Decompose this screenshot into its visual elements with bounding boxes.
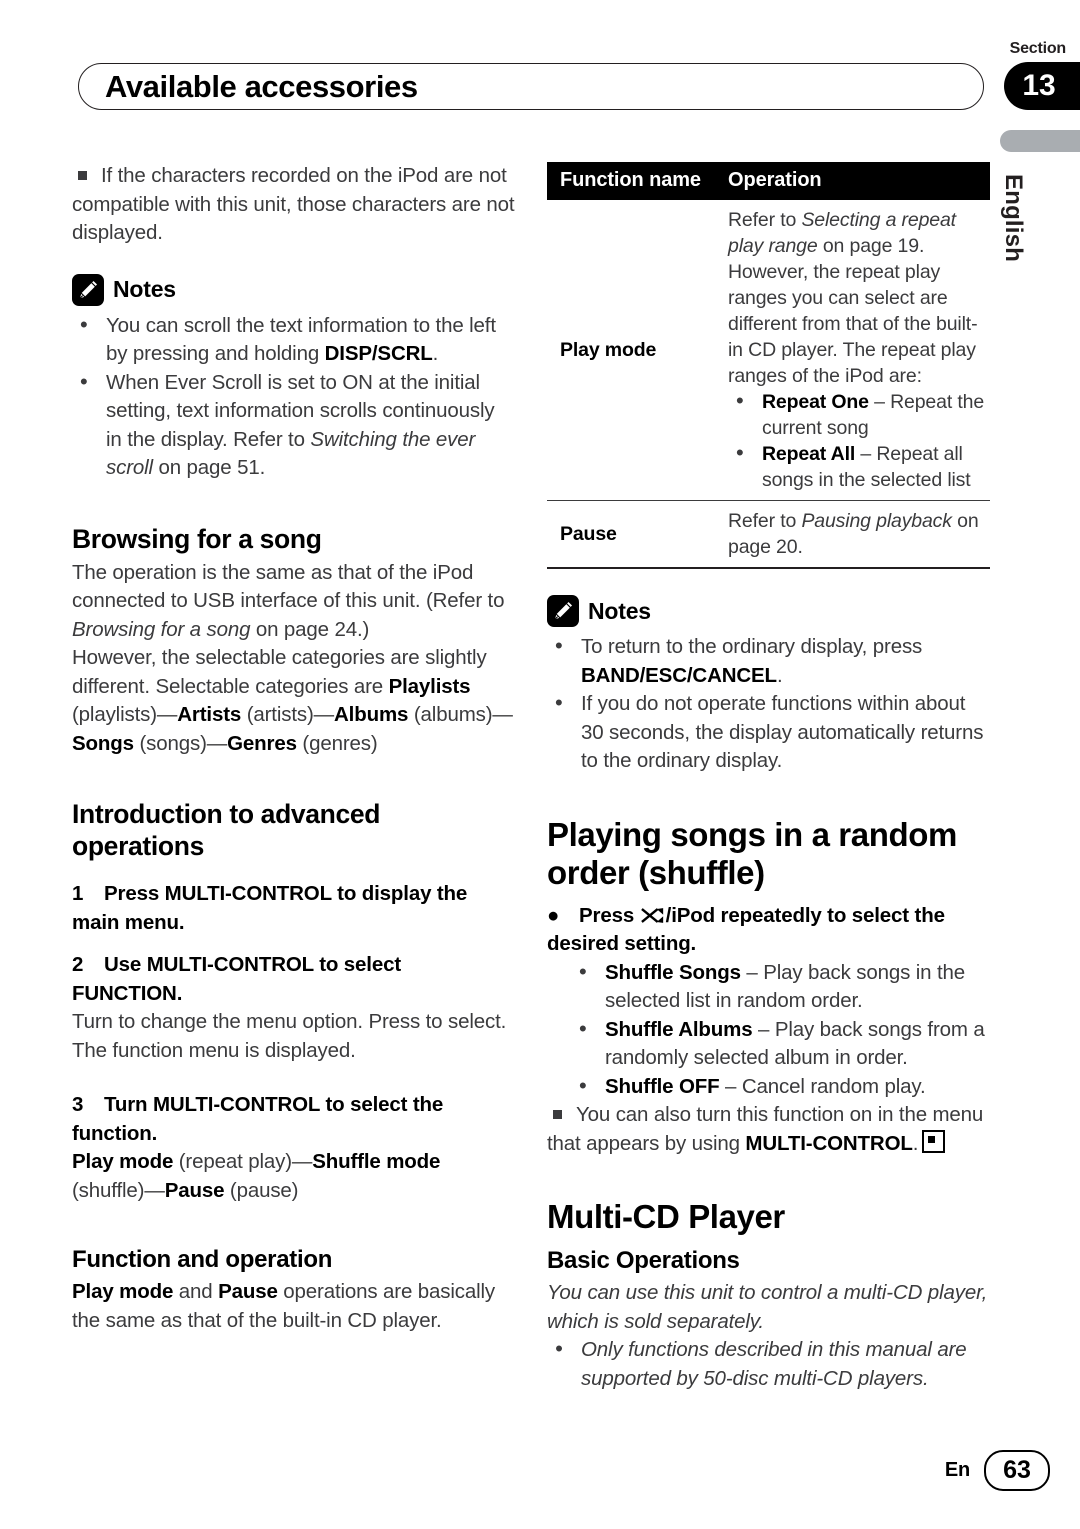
shuffle-icon (640, 907, 663, 923)
pencil-glyph (553, 600, 574, 621)
list-item: You can scroll the text information to t… (72, 311, 515, 369)
language-tab-bar (1000, 130, 1080, 152)
shuffle-instruction: ● Press /iPod repeatedly to select the de… (547, 903, 945, 956)
heading-multi-cd-player: Multi-CD Player (547, 1198, 785, 1235)
table-cell-function-name: Play mode (547, 200, 720, 501)
list-item: When Ever Scroll is set to ON at the ini… (72, 368, 515, 483)
page-title: Available accessories (105, 68, 418, 104)
step-2-body-2: The function menu is displayed. (72, 1038, 356, 1062)
list-item: Shuffle Albums – Play back songs from a … (547, 1015, 990, 1073)
multicd-bullets: Only functions described in this manual … (547, 1335, 990, 1393)
shuffle-options-list: Shuffle Songs – Play back songs in the s… (547, 958, 990, 1102)
multicd-intro: You can use this unit to control a multi… (547, 1281, 988, 1333)
table-header-row: Function name Operation (547, 162, 990, 200)
operation-text-extra: However, the repeat play ranges you can … (728, 261, 978, 387)
page-title-pill: Available accessories (78, 63, 984, 110)
table-cell-function-name: Pause (547, 500, 720, 569)
left-column: If the characters recorded on the iPod a… (72, 162, 515, 1335)
language-tab: English (1000, 160, 1072, 290)
step-3: 3 Turn MULTI-CONTROL to select the functi… (72, 1093, 444, 1145)
table-cell-operation: Refer to Selecting a repeat play range o… (720, 200, 990, 501)
list-item: Shuffle Songs – Play back songs in the s… (547, 958, 990, 1016)
heading-function-and-operation: Function and operation (72, 1246, 333, 1273)
heading-browsing-for-a-song: Browsing for a song (72, 523, 322, 554)
notes-label-left: Notes (113, 276, 176, 302)
pencil-glyph (78, 278, 99, 300)
table-row: Play mode Refer to Selecting a repeat pl… (547, 200, 990, 501)
step-2: 2 Use MULTI-CONTROL to select FUNCTION. (72, 953, 402, 1005)
intro-note: If the characters recorded on the iPod a… (72, 164, 515, 244)
column-header-operation: Operation (720, 162, 990, 200)
step-3-modes: Play mode (repeat play)—Shuffle mode (sh… (72, 1150, 441, 1202)
square-bullet-icon (553, 1110, 562, 1120)
notes-list-right: To return to the ordinary display, press… (547, 632, 990, 776)
pencil-icon (72, 273, 104, 306)
step-2-body-1: Turn to change the menu option. Press to… (72, 1010, 507, 1033)
browsing-paragraph-1: The operation is the same as that of the… (72, 560, 505, 641)
page-header: Section 13 Available accessories (0, 0, 1080, 120)
pencil-icon (547, 595, 579, 627)
list-item: Only functions described in this manual … (547, 1335, 990, 1393)
list-item: Repeat All – Repeat all songs in the sel… (728, 440, 986, 493)
function-table: Function name Operation Play mode Refer … (547, 162, 990, 569)
heading-introduction-to-advanced-operations: Introduction to advanced operations (72, 799, 381, 861)
list-item: To return to the ordinary display, press… (547, 632, 990, 690)
heading-basic-operations: Basic Operations (547, 1247, 740, 1274)
table-row: Pause Refer to Pausing playback on page … (547, 500, 990, 569)
operation-bullets: Repeat One – Repeat the current song Rep… (728, 388, 986, 493)
list-item: If you do not operate functions within a… (547, 689, 990, 776)
section-label: Section (1009, 40, 1067, 57)
notes-list-left: You can scroll the text information to t… (72, 311, 515, 483)
function-operation-paragraph: Play mode and Pause operations are basic… (72, 1280, 496, 1332)
table-header: Function name Operation (547, 162, 990, 200)
operation-text: Refer to Pausing playback on page 20. (728, 510, 979, 558)
square-bullet-icon (78, 171, 87, 181)
browsing-paragraph-2: However, the selectable categories are s… (72, 646, 513, 755)
heading-playing-songs-random-order: Playing songs in a random order (shuffle… (547, 815, 957, 891)
operation-text: Refer to Selecting a repeat play range o… (728, 209, 956, 257)
notes-header-left: Notes (72, 273, 515, 306)
list-item: Repeat One – Repeat the current song (728, 388, 986, 441)
table-cell-operation: Refer to Pausing playback on page 20. (720, 500, 990, 569)
notes-label-right: Notes (588, 597, 651, 624)
table-body: Play mode Refer to Selecting a repeat pl… (547, 200, 990, 569)
section-number-badge: 13 (1004, 62, 1080, 110)
footer-language: En (944, 1459, 970, 1481)
square-end-icon (922, 1129, 946, 1153)
list-item: Shuffle OFF – Cancel random play. (547, 1072, 990, 1102)
page-footer: En 63 (945, 1450, 1050, 1491)
language-tab-label: English (999, 174, 1027, 263)
right-column: Function name Operation Play mode Refer … (547, 162, 990, 1393)
column-header-function-name: Function name (547, 162, 720, 200)
footer-page-number: 63 (984, 1450, 1050, 1491)
shuffle-note: You can also turn this function on in th… (547, 1103, 984, 1155)
notes-header-right: Notes (547, 595, 990, 627)
step-1: 1 Press MULTI-CONTROL to display the main… (72, 882, 468, 934)
filled-circle-bullet-icon: ● (547, 903, 560, 927)
